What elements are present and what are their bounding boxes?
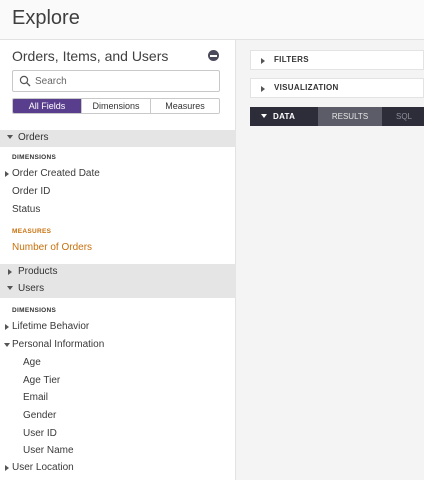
tab-measures[interactable]: Measures (151, 99, 219, 113)
field-order-created-date[interactable]: Order Created Date (12, 168, 100, 179)
field-age[interactable]: Age (23, 357, 41, 368)
measures-section-label: MEASURES (12, 228, 52, 235)
field-user-name[interactable]: User Name (23, 445, 74, 456)
field-order-id[interactable]: Order ID (12, 186, 50, 197)
chevron-right-icon (261, 86, 265, 92)
chevron-down-icon (4, 343, 10, 347)
field-user-id[interactable]: User ID (23, 428, 57, 439)
view-label: Users (18, 283, 45, 294)
search-input[interactable] (35, 73, 215, 89)
tab-data[interactable]: DATA (273, 107, 295, 126)
visualization-label: VISUALIZATION (274, 83, 339, 92)
group-lifetime-behavior[interactable]: Lifetime Behavior (12, 321, 89, 332)
field-status[interactable]: Status (12, 204, 40, 215)
field-age-tier[interactable]: Age Tier (23, 375, 60, 386)
dimensions-section-label: DIMENSIONS (12, 154, 57, 161)
filters-panel-header[interactable]: FILTERS (250, 50, 424, 70)
filters-label: FILTERS (274, 55, 309, 64)
dimensions-section-label: DIMENSIONS (12, 307, 57, 314)
explore-main-panel: FILTERS VISUALIZATION DATA RESULTS SQL (237, 40, 424, 480)
field-picker-sidebar: Orders, Items, and Users All Fields Dime… (0, 40, 236, 480)
field-gender[interactable]: Gender (23, 410, 56, 421)
chevron-right-icon (8, 269, 12, 275)
view-label: Products (18, 266, 58, 277)
visualization-panel-header[interactable]: VISUALIZATION (250, 78, 424, 98)
search-icon (19, 75, 31, 87)
group-user-location[interactable]: User Location (12, 462, 74, 473)
tab-dimensions[interactable]: Dimensions (82, 99, 151, 113)
chevron-down-icon (261, 114, 267, 118)
view-label: Orders (18, 132, 49, 143)
field-filter-tabs: All Fields Dimensions Measures (12, 98, 220, 114)
field-search-box[interactable] (12, 70, 220, 92)
explore-title: Orders, Items, and Users (12, 48, 169, 64)
view-header-products[interactable]: Products (0, 264, 236, 281)
chevron-right-icon (5, 324, 9, 330)
group-personal-information[interactable]: Personal Information (12, 339, 104, 350)
view-header-users[interactable]: Users (0, 281, 236, 298)
tab-sql[interactable]: SQL (396, 107, 412, 126)
data-panel-header: DATA RESULTS SQL (250, 107, 424, 126)
field-email[interactable]: Email (23, 392, 48, 403)
field-number-of-orders[interactable]: Number of Orders (12, 242, 92, 253)
chevron-down-icon (7, 286, 13, 290)
chevron-right-icon (5, 171, 9, 177)
page-title: Explore (12, 7, 80, 29)
chevron-down-icon (7, 135, 13, 139)
chevron-right-icon (261, 58, 265, 64)
tab-results[interactable]: RESULTS (318, 107, 382, 126)
view-header-orders[interactable]: Orders (0, 130, 236, 147)
tab-all-fields[interactable]: All Fields (13, 99, 82, 113)
collapse-sidebar-icon[interactable] (208, 50, 219, 61)
chevron-right-icon (5, 465, 9, 471)
page-header: Explore (0, 0, 424, 40)
